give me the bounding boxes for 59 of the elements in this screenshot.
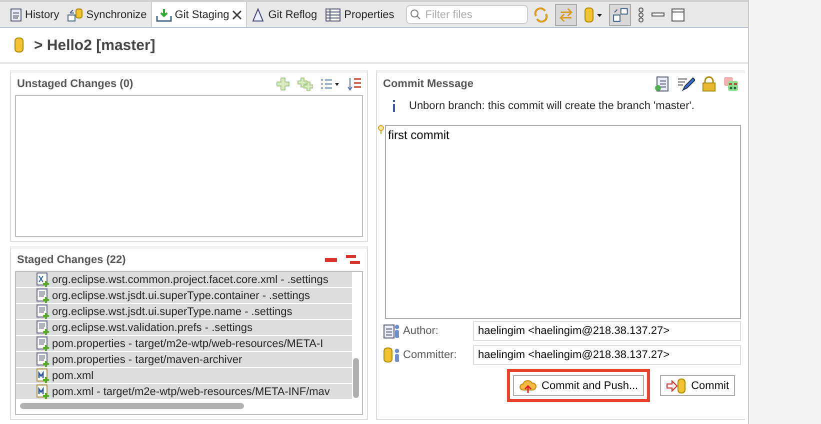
section-title: Unstaged Changes (0) [17,78,134,90]
minus-icon[interactable] [324,256,338,264]
padlock-icon[interactable] [702,76,716,92]
person-document-icon [383,323,401,339]
sign-off-icon[interactable] [723,76,739,92]
search-icon [410,9,422,20]
sort-icon[interactable] [347,77,361,91]
file-row[interactable]: org.eclipse.wst.jsdt.ui.superType.container - .settings [16,288,352,304]
scrollbar[interactable] [353,358,359,398]
section-title: Staged Changes (22) [17,254,126,266]
double-minus-icon[interactable] [345,254,361,266]
commit-and-push-button[interactable]: Commit and Push... [512,375,644,396]
repository-icon [14,37,24,53]
list-dropdown-icon[interactable] [320,78,340,90]
repository-title: > Hello2 [master] [34,36,156,54]
file-row[interactable]: pom.properties - target/maven-archiver [16,352,352,368]
file-row[interactable]: pom.xml [16,368,352,384]
maximize-icon[interactable] [671,8,686,22]
filter-field[interactable]: Filter files [406,5,528,24]
text-file-icon [36,336,50,351]
xml-file-icon [36,272,50,287]
scrollbar[interactable] [20,403,244,409]
section-title: Commit Message [383,78,474,90]
more-icon[interactable] [637,6,646,22]
text-file-icon [36,320,50,335]
text-file-icon [36,352,50,367]
file-row[interactable]: pom.xml - target/m2e-wtp/web-resources/META-INF/mav [16,384,352,400]
view-tab[interactable]: Synchronize [63,2,151,27]
layout-icon[interactable] [609,4,632,26]
view-tab[interactable]: Git Reflog [247,2,322,27]
view-tab[interactable]: Git Staging [150,2,248,27]
maven-file-icon [36,384,50,399]
pencil-icon[interactable] [677,76,695,92]
file-row[interactable]: org.eclipse.wst.validation.prefs - .settings [16,320,352,336]
field-label: Author: [403,325,440,337]
tray-download-icon [156,8,172,22]
author-field[interactable]: haelingim <haelingim@218.38.137.27> [473,321,741,341]
person-repository-icon [383,347,401,363]
close-icon[interactable] [232,10,242,20]
lightbulb-icon [378,125,384,134]
text-file-icon [36,288,50,303]
cloud-upload-icon [518,378,537,394]
view-tab[interactable]: History [6,2,64,27]
repository-icon[interactable] [583,6,604,22]
view-tab[interactable]: Properties [321,2,398,27]
committer-field[interactable]: haelingim <haelingim@218.38.137.27> [473,345,741,365]
commit-message-field[interactable]: first commit [385,125,741,319]
table-icon [325,8,342,22]
arrow-into-repository-icon [666,378,686,394]
commit-button[interactable]: Commit [660,375,735,396]
info-message: Unborn branch: this commit will create the branch 'master'. [409,100,694,112]
file-row[interactable]: org.eclipse.wst.jsdt.ui.superType.name - .settings [16,304,352,320]
file-row[interactable]: org.eclipse.wst.common.project.facet.core.xml - .settings [16,272,352,288]
sync-icon [67,8,84,22]
field-label: Committer: [403,349,458,361]
text-file-icon [36,304,50,319]
file-row[interactable]: pom.properties - target/m2e-wtp/web-resources/META-I [16,336,352,352]
maven-file-icon [36,368,50,383]
info-icon [391,100,397,112]
